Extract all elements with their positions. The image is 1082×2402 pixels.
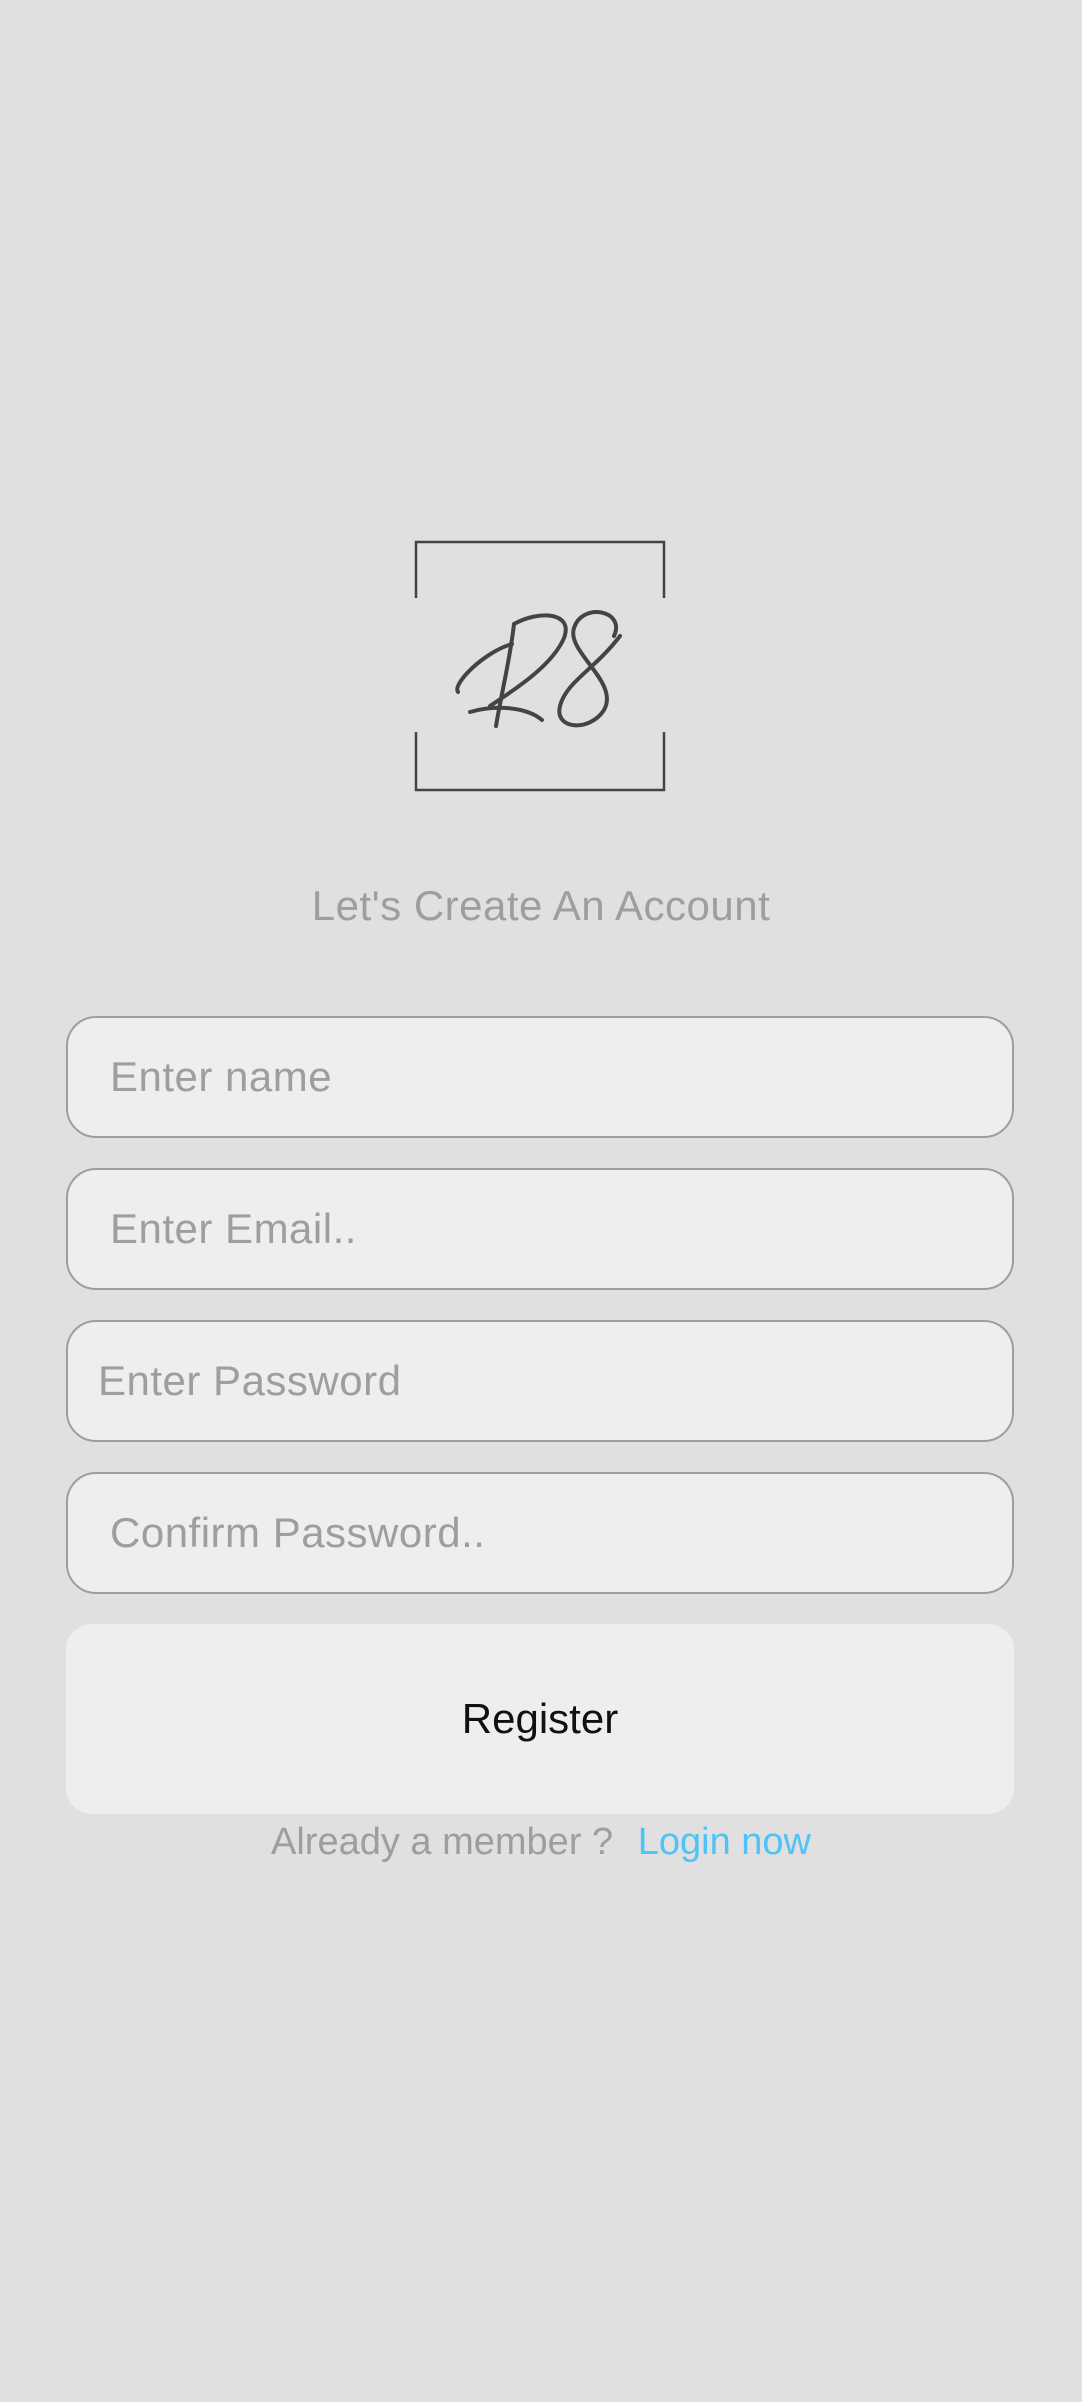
email-input[interactable]: [66, 1168, 1014, 1290]
page-subtitle: Let's Create An Account: [311, 882, 771, 929]
login-now-link[interactable]: Login now: [638, 1821, 811, 1863]
app-logo: [414, 540, 666, 792]
name-input[interactable]: [66, 1016, 1014, 1138]
confirm-password-input[interactable]: [66, 1472, 1014, 1594]
password-input[interactable]: [66, 1320, 1014, 1442]
login-prompt: Already a member ? Login now: [0, 1816, 1082, 1868]
register-button[interactable]: Register: [66, 1624, 1014, 1814]
already-member-text: Already a member ?: [271, 1821, 614, 1863]
r8-logo-icon: [414, 540, 666, 792]
